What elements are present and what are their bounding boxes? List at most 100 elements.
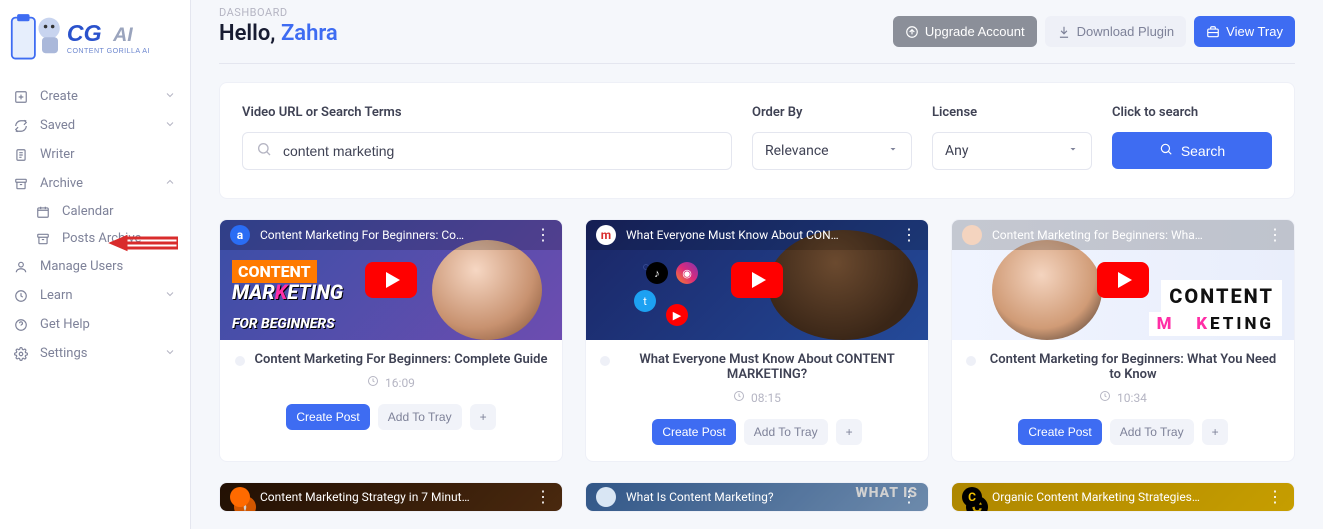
chevron-down-icon xyxy=(164,288,176,304)
clock-icon xyxy=(733,390,745,405)
sidebar: CG AI CONTENT GORILLA AI Create Saved xyxy=(0,0,191,529)
video-meta: 16:09 xyxy=(234,375,548,390)
overlay-title: Content Marketing For Beginners: Co… xyxy=(260,228,464,242)
create-post-button[interactable]: Create Post xyxy=(652,419,735,445)
overlay-text: MARKETING xyxy=(232,280,343,304)
help-icon xyxy=(14,318,30,332)
breadcrumb: DASHBOARD xyxy=(219,6,338,19)
video-thumbnail[interactable]: CONTENT M KETING Content Marketing for B… xyxy=(952,220,1294,340)
page-header: DASHBOARD Hello, Zahra Upgrade Account D… xyxy=(191,0,1323,47)
video-card: a Content Marketing For Beginners: Co… ⋮… xyxy=(219,219,563,462)
upgrade-account-button[interactable]: Upgrade Account xyxy=(893,16,1037,47)
add-to-tray-button[interactable]: Add To Tray xyxy=(378,404,462,430)
video-thumbnail[interactable]: Content Marketing Strategy in 7 Minut… ⋮… xyxy=(220,483,562,511)
plus-square-icon xyxy=(14,90,30,104)
plus-button[interactable]: + xyxy=(470,404,496,430)
more-icon[interactable]: ⋮ xyxy=(1267,495,1284,498)
header-actions: Upgrade Account Download Plugin View Tra… xyxy=(893,6,1295,47)
plus-button[interactable]: + xyxy=(1202,419,1228,445)
sidebar-item-label: Writer xyxy=(40,147,75,162)
overlay-title: Organic Content Marketing Strategies… xyxy=(992,490,1200,504)
thumbnail-top-bar: C Organic Content Marketing Strategies… … xyxy=(952,483,1294,511)
create-post-button[interactable]: Create Post xyxy=(286,404,369,430)
play-icon[interactable] xyxy=(1097,262,1149,298)
overlay-title: What Everyone Must Know About CON… xyxy=(626,228,839,242)
sidebar-item-create[interactable]: Create xyxy=(0,82,190,111)
video-meta: 08:15 xyxy=(600,390,914,405)
nav-list: Create Saved Writer Ar xyxy=(0,74,190,376)
video-thumbnail[interactable]: m What Everyone Must Know About CON… ⋮ ♪… xyxy=(586,220,928,340)
order-by-select[interactable]: Relevance xyxy=(752,132,912,170)
overlay-text: M KETING xyxy=(1149,312,1282,336)
tray-icon xyxy=(1206,25,1220,39)
clock-icon xyxy=(1099,390,1111,405)
sidebar-item-archive[interactable]: Archive xyxy=(0,169,190,198)
video-card: C C Organic Content Marketing Strategies… xyxy=(951,482,1295,512)
video-card: Content Marketing Strategy in 7 Minut… ⋮… xyxy=(219,482,563,512)
results-row-1: a Content Marketing For Beginners: Co… ⋮… xyxy=(191,199,1323,462)
sidebar-subitem-calendar[interactable]: Calendar xyxy=(0,198,190,225)
svg-text:CONTENT GORILLA AI: CONTENT GORILLA AI xyxy=(67,47,150,55)
sidebar-item-saved[interactable]: Saved xyxy=(0,111,190,140)
instagram-icon: ◉ xyxy=(676,262,698,284)
clock-icon xyxy=(367,375,379,390)
video-title: Content Marketing For Beginners: Complet… xyxy=(255,352,548,367)
more-icon[interactable]: ⋮ xyxy=(901,495,918,498)
username: Zahra xyxy=(281,21,338,46)
video-card-body: What Everyone Must Know About CONTENT MA… xyxy=(586,340,928,461)
thumbnail-top-bar: m What Everyone Must Know About CON… ⋮ xyxy=(586,220,928,250)
video-thumbnail[interactable]: a Content Marketing For Beginners: Co… ⋮… xyxy=(220,220,562,340)
search-input[interactable] xyxy=(242,132,732,170)
chevron-up-icon xyxy=(164,176,176,192)
sidebar-item-label: Saved xyxy=(40,118,75,133)
video-card: CONTENT M KETING Content Marketing for B… xyxy=(951,219,1295,462)
more-icon[interactable]: ⋮ xyxy=(1267,233,1284,236)
license-label: License xyxy=(932,105,1092,120)
thumbnail-top-bar: Content Marketing Strategy in 7 Minut… ⋮ xyxy=(220,483,562,511)
divider xyxy=(219,63,1295,64)
create-post-button[interactable]: Create Post xyxy=(1018,419,1101,445)
sidebar-item-get-help[interactable]: Get Help xyxy=(0,310,190,339)
channel-icon xyxy=(962,225,982,245)
page-title: Hello, Zahra xyxy=(219,21,338,46)
channel-icon xyxy=(596,487,616,507)
channel-icon: m xyxy=(596,225,616,245)
license-select[interactable]: Any xyxy=(932,132,1092,170)
video-title: What Everyone Must Know About CONTENT MA… xyxy=(620,352,914,382)
play-icon[interactable] xyxy=(731,262,783,298)
video-card: m What Everyone Must Know About CON… ⋮ ♪… xyxy=(585,219,929,462)
sidebar-item-learn[interactable]: Learn xyxy=(0,281,190,310)
play-icon[interactable] xyxy=(365,262,417,298)
search-icon xyxy=(1159,142,1173,159)
refresh-icon xyxy=(14,119,30,133)
download-plugin-button[interactable]: Download Plugin xyxy=(1045,16,1187,47)
add-to-tray-button[interactable]: Add To Tray xyxy=(1110,419,1194,445)
license-field: License Any xyxy=(932,105,1092,170)
add-to-tray-button[interactable]: Add To Tray xyxy=(744,419,828,445)
main-content: DASHBOARD Hello, Zahra Upgrade Account D… xyxy=(191,0,1323,529)
twitter-icon: t xyxy=(634,290,656,312)
search-button[interactable]: Search xyxy=(1112,132,1272,169)
video-thumbnail[interactable]: WHAT IS What Is Content Marketing? ⋮ xyxy=(586,483,928,511)
thumbnail-top-bar: What Is Content Marketing? ⋮ xyxy=(586,483,928,511)
upgrade-icon xyxy=(905,25,919,39)
more-icon[interactable]: ⋮ xyxy=(901,233,918,236)
video-duration: 08:15 xyxy=(751,391,781,405)
sidebar-item-settings[interactable]: Settings xyxy=(0,339,190,368)
sidebar-item-writer[interactable]: Writer xyxy=(0,140,190,169)
sidebar-subitem-posts-archive[interactable]: Posts Archive xyxy=(0,225,190,252)
plus-button[interactable]: + xyxy=(836,419,862,445)
archive-icon xyxy=(36,232,52,246)
search-action-field: Click to search Search xyxy=(1112,105,1272,170)
view-tray-button[interactable]: View Tray xyxy=(1194,16,1295,47)
more-icon[interactable]: ⋮ xyxy=(535,233,552,236)
sidebar-item-manage-users[interactable]: Manage Users xyxy=(0,252,190,281)
video-duration: 10:34 xyxy=(1117,391,1147,405)
video-thumbnail[interactable]: C C Organic Content Marketing Strategies… xyxy=(952,483,1294,511)
overlay-text: CONTENT xyxy=(1161,280,1282,312)
document-icon xyxy=(14,148,30,162)
click-to-search-label: Click to search xyxy=(1112,105,1272,120)
app-logo[interactable]: CG AI CONTENT GORILLA AI xyxy=(0,0,190,74)
more-icon[interactable]: ⋮ xyxy=(535,495,552,498)
video-card-body: Content Marketing for Beginners: What Yo… xyxy=(952,340,1294,461)
